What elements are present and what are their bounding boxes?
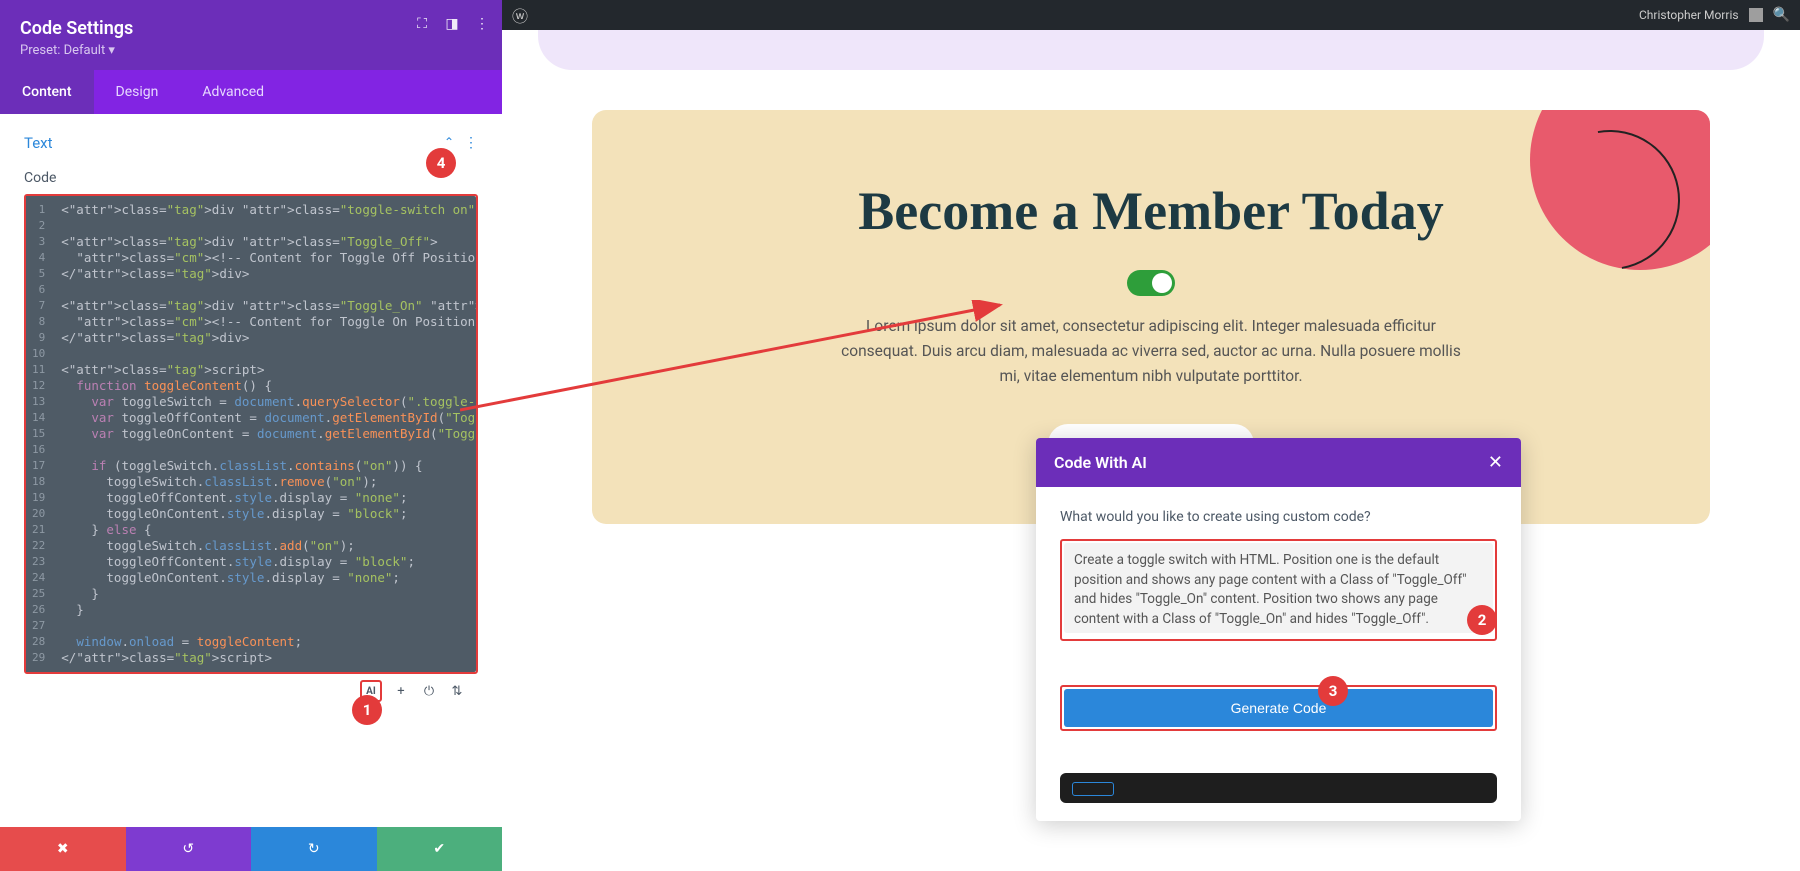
section-title[interactable]: Text	[24, 134, 53, 152]
wp-user[interactable]: Christopher Morris	[1639, 8, 1739, 22]
focus-icon[interactable]: ⛶	[414, 16, 430, 32]
bottom-actions: ✖ ↺ ↻ ✔	[0, 827, 502, 871]
ai-modal-title: Code With AI	[1054, 453, 1147, 472]
tab-design[interactable]: Design	[94, 70, 181, 114]
toggle-switch[interactable]	[1127, 270, 1175, 296]
more-icon[interactable]: ⋮	[474, 16, 490, 32]
wordpress-icon[interactable]: ⓦ	[512, 3, 528, 27]
sidebar-title: Code Settings	[20, 18, 482, 39]
panel-icon[interactable]: ◨	[444, 16, 460, 32]
tab-advanced[interactable]: Advanced	[180, 70, 286, 114]
annotation-marker-2: 2	[1467, 605, 1497, 635]
search-icon[interactable]: 🔍	[1773, 7, 1790, 23]
text-section: Text ⌃ ⋮	[0, 114, 502, 160]
avatar[interactable]	[1749, 8, 1763, 22]
ai-result-preview	[1060, 773, 1497, 803]
ai-prompt-input[interactable]	[1064, 543, 1493, 633]
annotation-marker-1: 1	[352, 695, 382, 725]
generate-code-button[interactable]: Generate Code	[1064, 689, 1493, 727]
power-icon[interactable]: ⏻	[420, 682, 438, 700]
sidebar-header: Code Settings Preset: Default ▾ ⛶ ◨ ⋮	[0, 0, 502, 70]
code-toolbar: AI + ⏻ ⇅	[24, 674, 478, 708]
confirm-button[interactable]: ✔	[377, 827, 503, 871]
ai-modal: Code With AI ✕ What would you like to cr…	[1036, 438, 1521, 821]
code-editor-wrap: 1234567891011121314151617181920212223242…	[24, 194, 478, 674]
ai-modal-header: Code With AI ✕	[1036, 438, 1521, 487]
code-area[interactable]: <"attr">class="tag">div "attr">class="to…	[53, 196, 476, 672]
annotation-marker-3: 3	[1318, 676, 1348, 706]
code-editor[interactable]: 1234567891011121314151617181920212223242…	[26, 196, 476, 672]
generate-wrap: Generate Code	[1060, 685, 1497, 731]
redo-button[interactable]: ↻	[251, 827, 377, 871]
gutter: 1234567891011121314151617181920212223242…	[26, 196, 53, 672]
settings-tabs: Content Design Advanced	[0, 70, 502, 114]
code-label: Code	[0, 170, 502, 186]
sort-icon[interactable]: ⇅	[448, 682, 466, 700]
close-icon[interactable]: ✕	[1488, 452, 1503, 473]
undo-button[interactable]: ↺	[126, 827, 252, 871]
cancel-button[interactable]: ✖	[0, 827, 126, 871]
ai-question: What would you like to create using cust…	[1060, 509, 1497, 525]
add-icon[interactable]: +	[392, 682, 410, 700]
settings-sidebar: Code Settings Preset: Default ▾ ⛶ ◨ ⋮ Co…	[0, 0, 502, 871]
ai-textarea-wrap	[1060, 539, 1497, 641]
annotation-marker-4: 4	[426, 148, 456, 178]
hero-body: Lorem ipsum dolor sit amet, consectetur …	[841, 314, 1461, 388]
top-card	[538, 30, 1764, 70]
preset-selector[interactable]: Preset: Default ▾	[20, 43, 482, 58]
wp-admin-bar[interactable]: ⓦ Christopher Morris 🔍	[502, 0, 1800, 30]
section-more-icon[interactable]: ⋮	[464, 135, 478, 151]
tab-content[interactable]: Content	[0, 70, 94, 114]
hero-title: Become a Member Today	[652, 180, 1650, 242]
